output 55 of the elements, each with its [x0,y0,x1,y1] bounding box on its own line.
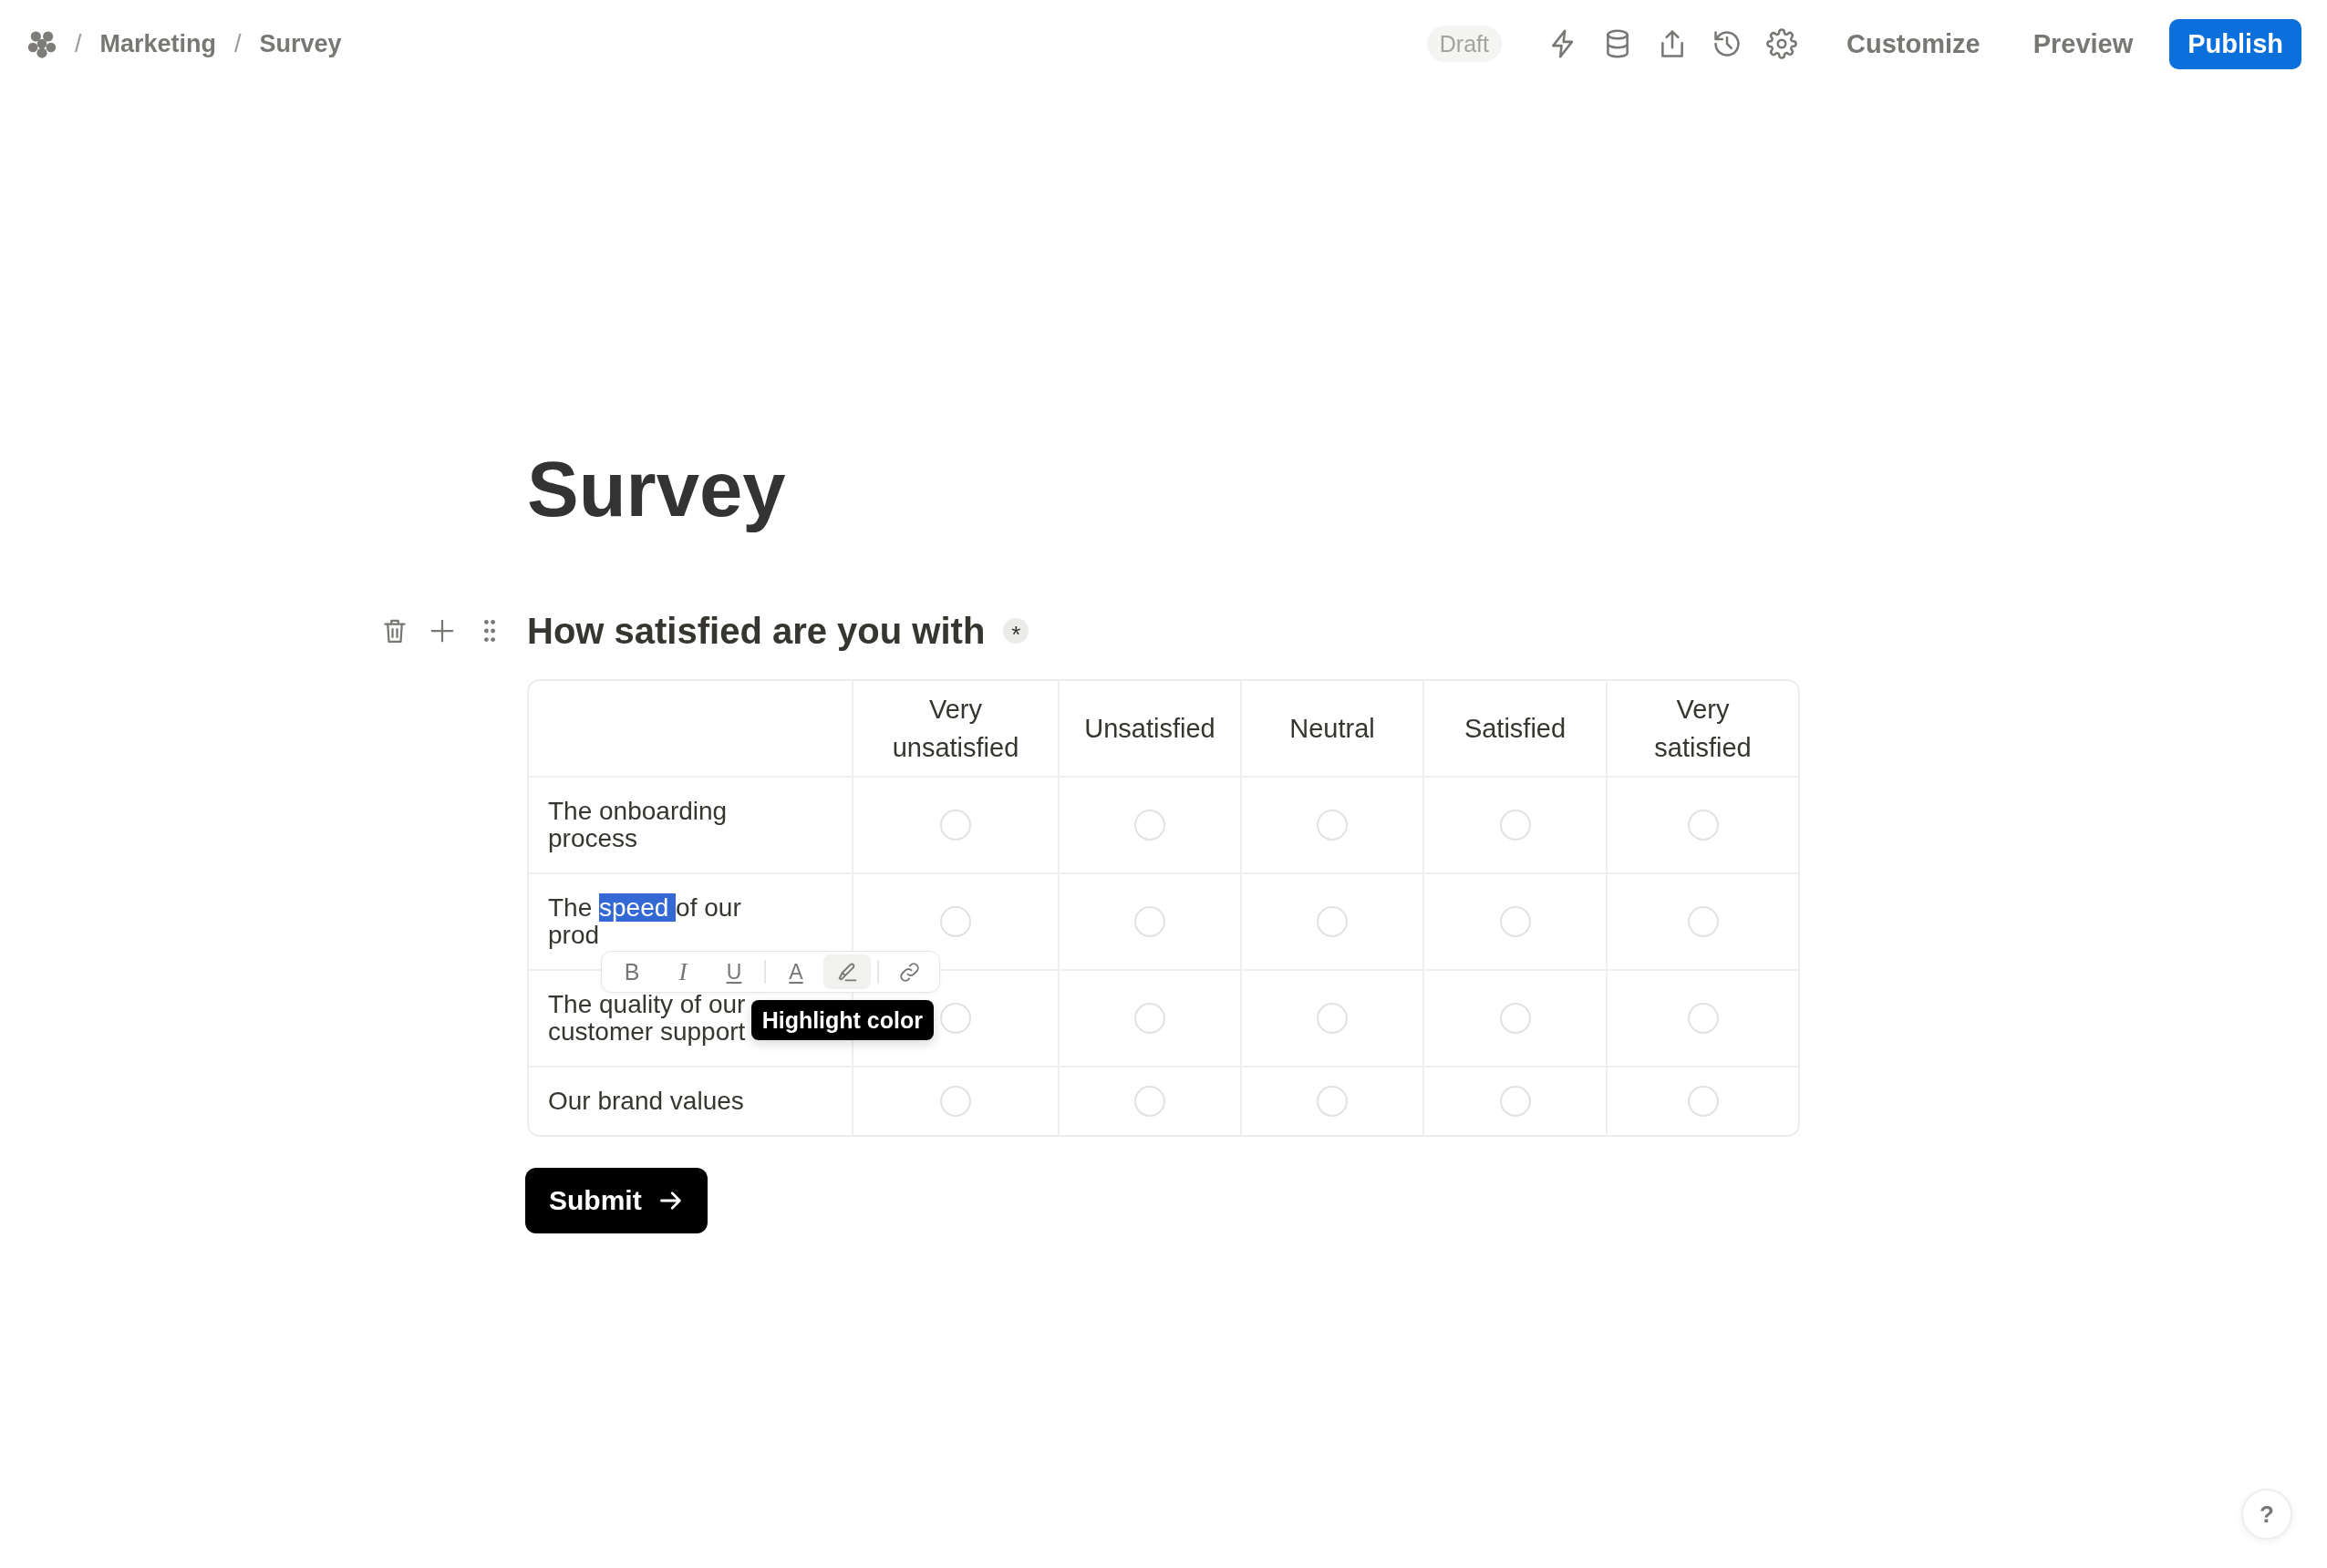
breadcrumb-separator: / [234,29,242,58]
breadcrumb-link[interactable]: Marketing [99,29,217,58]
radio-button[interactable] [1134,1086,1165,1117]
column-header: Very unsatisfied [891,694,1020,764]
settings-icon[interactable] [1766,28,1797,59]
row-label: The onboarding process [548,798,729,852]
underline-button[interactable]: U [710,954,758,989]
submit-button[interactable]: Submit [525,1168,708,1233]
header-button[interactable]: Preview [2016,18,2150,69]
breadcrumb-link[interactable]: Survey [259,29,342,58]
text-color-button[interactable]: A [772,954,820,989]
radio-button[interactable] [1134,810,1165,841]
row-label: The quality of our customer support [548,991,747,1046]
radio-button[interactable] [1499,1086,1531,1117]
row-label: Our brand values [548,1088,744,1115]
publish-button[interactable]: Publish [2169,18,2301,69]
radio-button[interactable] [1134,1003,1165,1034]
radio-button[interactable] [1687,810,1719,841]
status-badge: Draft [1426,26,1502,62]
italic-button[interactable]: I [659,954,707,989]
radio-button[interactable] [1499,810,1531,841]
radio-button[interactable] [1317,1003,1348,1034]
history-icon[interactable] [1712,28,1743,59]
column-header: Satisfied [1463,713,1567,745]
breadcrumb-separator: / [75,29,82,58]
help-button[interactable]: ? [2241,1489,2292,1540]
radio-button[interactable] [940,1086,971,1117]
required-badge: * [1003,618,1029,644]
radio-button[interactable] [1317,906,1348,937]
drag-handle-icon[interactable] [484,620,495,642]
column-header: Neutral [1289,713,1375,745]
radio-button[interactable] [940,810,971,841]
radio-button[interactable] [1687,906,1719,937]
radio-button[interactable] [1317,810,1348,841]
radio-button[interactable] [1687,1003,1719,1034]
radio-button[interactable] [1499,906,1531,937]
radio-button[interactable] [1317,1086,1348,1117]
question-title: How satisfied are you with [527,610,986,653]
column-header: Unsatisfied [1084,713,1215,745]
column-header: Very satisfied [1653,694,1753,764]
link-icon [897,960,921,984]
tooltip: Highlight color [750,1000,934,1040]
header-button[interactable]: Customize [1830,18,1997,69]
logo-icon[interactable] [27,29,57,58]
highlighter-button[interactable] [823,954,871,989]
radio-button[interactable] [940,1003,971,1034]
bold-button[interactable]: B [608,954,656,989]
radio-button[interactable] [940,906,971,937]
trash-icon[interactable] [381,617,409,645]
page-title: Survey [527,445,786,534]
radio-button[interactable] [1499,1003,1531,1034]
radio-button[interactable] [1687,1086,1719,1117]
row-label: The speed of our prod [548,894,742,949]
plus-icon[interactable] [429,617,456,645]
radio-button[interactable] [1134,906,1165,937]
